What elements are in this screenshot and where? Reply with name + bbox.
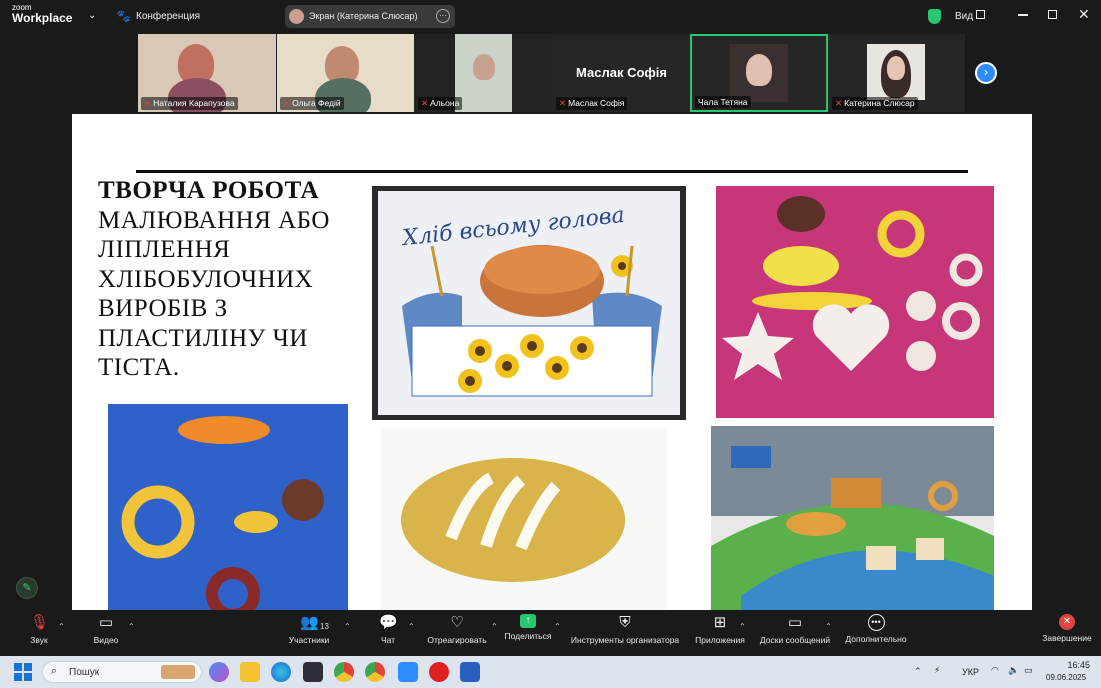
meeting-label[interactable]: Конференция bbox=[136, 11, 200, 22]
participants-count: 13 bbox=[320, 622, 329, 631]
chat-button[interactable]: 💬 Чат bbox=[375, 614, 401, 645]
slide-title: ТВОРЧА РОБОТА МАЛЮВАННЯ АБО ЛІПЛЕННЯ ХЛІ… bbox=[98, 177, 330, 381]
word-icon[interactable] bbox=[460, 662, 480, 682]
muted-mic-icon: 🎙 bbox=[30, 614, 50, 631]
clock-time[interactable]: 16:45 bbox=[1062, 660, 1090, 670]
video-tile[interactable]: ✕ Наталия Карапузова bbox=[138, 34, 276, 112]
chevron-up-icon[interactable]: ⌃ bbox=[408, 622, 415, 631]
participants-icon: 👥 bbox=[300, 614, 319, 631]
video-button[interactable]: ▭ Видео bbox=[88, 614, 124, 645]
copilot-icon[interactable] bbox=[209, 662, 229, 682]
minimize-icon[interactable] bbox=[1018, 14, 1028, 16]
file-explorer-icon[interactable] bbox=[240, 662, 260, 682]
plasticine-magenta-photo bbox=[716, 186, 994, 418]
battery-icon[interactable]: ▭ bbox=[1024, 665, 1033, 676]
volume-icon[interactable]: 🔈 bbox=[1008, 665, 1019, 676]
drawing-village-landscape bbox=[711, 426, 994, 610]
taskbar-search[interactable]: ⌕ Пошук bbox=[42, 661, 202, 683]
chevron-up-icon[interactable]: ⌃ bbox=[739, 622, 746, 631]
chevron-up-icon[interactable]: ⌃ bbox=[914, 666, 922, 677]
plasticine-blue-photo bbox=[108, 404, 348, 610]
avatar bbox=[289, 9, 304, 24]
heart-icon: ♡ bbox=[450, 614, 464, 631]
paw-icon: 🐾 bbox=[116, 9, 131, 23]
chevron-up-icon[interactable]: ⌃ bbox=[58, 622, 65, 631]
shield-icon[interactable] bbox=[928, 9, 941, 24]
drawing-bread-loaf bbox=[381, 428, 667, 610]
next-page-button[interactable]: › bbox=[975, 62, 997, 84]
more-icon[interactable]: ··· bbox=[436, 9, 450, 23]
muted-mic-icon: ✕ bbox=[421, 98, 429, 108]
video-tile[interactable]: ✕ Альона bbox=[415, 34, 552, 112]
view-grid-icon[interactable] bbox=[976, 10, 985, 19]
windows-start-icon[interactable] bbox=[14, 663, 32, 681]
whiteboard-icon: ▭ bbox=[787, 614, 803, 631]
wifi-icon[interactable]: ◠ bbox=[991, 665, 999, 676]
chat-icon: 💬 bbox=[379, 614, 398, 631]
view-button[interactable]: Вид bbox=[955, 11, 973, 22]
restore-icon[interactable] bbox=[1048, 10, 1057, 19]
muted-mic-icon: ✕ bbox=[559, 98, 567, 108]
camera-icon: ▭ bbox=[98, 614, 114, 631]
store-icon[interactable] bbox=[303, 662, 323, 682]
edge-icon[interactable] bbox=[271, 662, 291, 682]
opera-icon[interactable] bbox=[429, 662, 449, 682]
muted-mic-icon: ✕ bbox=[283, 98, 291, 108]
more-icon: ••• bbox=[867, 614, 885, 631]
language-indicator[interactable]: УКР bbox=[962, 667, 979, 677]
zoom-logo: zoom Workplace bbox=[12, 3, 73, 25]
react-button[interactable]: ♡ Отреагировать bbox=[424, 614, 490, 645]
clock-date[interactable]: 09.06.2025 bbox=[1046, 673, 1086, 682]
chevron-up-icon[interactable]: ⌃ bbox=[825, 622, 832, 631]
audio-button[interactable]: 🎙 Звук bbox=[24, 614, 54, 645]
chrome-icon[interactable] bbox=[334, 662, 354, 682]
chevron-up-icon[interactable]: ⌃ bbox=[554, 622, 561, 631]
video-tile-active[interactable]: Чала Тетяна bbox=[690, 34, 828, 112]
video-tile[interactable]: ✕ Ольга Федій bbox=[277, 34, 414, 112]
chevron-up-icon[interactable]: ⌃ bbox=[344, 622, 351, 631]
chevron-up-icon[interactable]: ⌃ bbox=[128, 622, 135, 631]
annotate-icon[interactable]: ✎ bbox=[16, 577, 38, 599]
chevron-up-icon[interactable]: ⌃ bbox=[491, 622, 498, 631]
divider bbox=[136, 170, 968, 173]
end-meeting-button[interactable]: ✕ Завершение bbox=[1038, 614, 1096, 643]
chrome-icon[interactable] bbox=[365, 662, 385, 682]
search-icon: ⌕ bbox=[51, 665, 58, 677]
chevron-down-icon[interactable]: ⌄ bbox=[88, 10, 96, 21]
network-activity-icon[interactable]: ⚡ bbox=[934, 665, 940, 676]
share-button[interactable]: ↑ Поделиться bbox=[502, 614, 554, 641]
muted-mic-icon: ✕ bbox=[835, 98, 843, 108]
host-tools-button[interactable]: ⛨ Инструменты организатора bbox=[566, 614, 684, 645]
muted-mic-icon: ✕ bbox=[144, 98, 152, 108]
drawing-bread-sunflowers: Хліб всьому голова bbox=[372, 186, 686, 420]
more-button[interactable]: ••• Дополнительно bbox=[840, 614, 912, 644]
whiteboards-button[interactable]: ▭ Доски сообщений bbox=[755, 614, 835, 645]
shield-icon: ⛨ bbox=[619, 614, 631, 631]
screen-share-indicator[interactable]: Экран (Катерина Слюсар) ··· bbox=[285, 5, 455, 28]
search-highlight-icon bbox=[161, 665, 195, 679]
end-call-icon: ✕ bbox=[1059, 614, 1075, 630]
zoom-app-icon[interactable] bbox=[398, 662, 418, 682]
video-tile[interactable]: ✕ Катерина Слюсар bbox=[829, 34, 965, 112]
video-tile[interactable]: Маслак Софія ✕ Маслак Софія bbox=[553, 34, 690, 112]
apps-icon: ⊞ bbox=[713, 614, 727, 631]
close-icon[interactable]: ✕ bbox=[1078, 6, 1090, 23]
shared-slide: ТВОРЧА РОБОТА МАЛЮВАННЯ АБО ЛІПЛЕННЯ ХЛІ… bbox=[72, 114, 1032, 610]
share-screen-icon: ↑ bbox=[520, 614, 536, 628]
